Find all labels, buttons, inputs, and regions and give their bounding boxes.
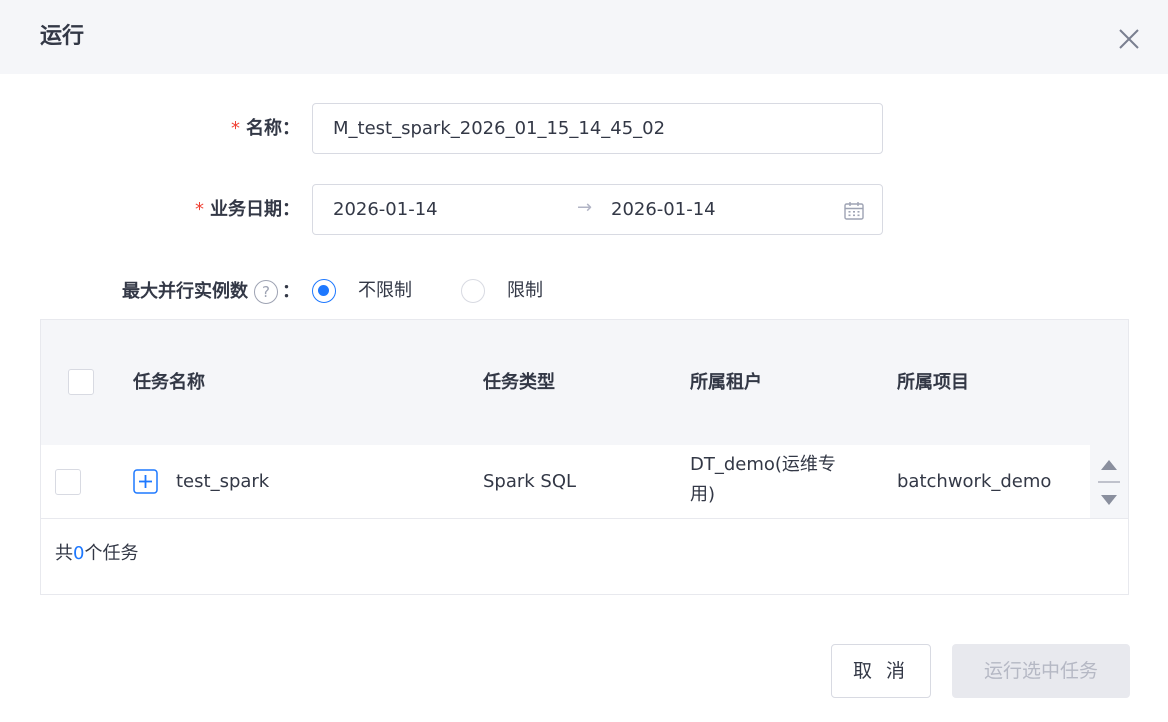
radio-checked-icon[interactable]: [312, 279, 336, 303]
task-count: 共0个任务: [55, 543, 139, 564]
table-header: 任务名称 任务类型 所属租户 所属项目: [41, 320, 1128, 446]
column-header-project[interactable]: 所属项目: [897, 370, 969, 396]
biz-date-label: * 业务日期：: [195, 199, 300, 220]
required-mark: *: [195, 199, 204, 220]
date-range-picker[interactable]: 2026-01-14 → 2026-01-14: [312, 184, 883, 235]
calendar-icon[interactable]: [843, 200, 865, 222]
task-table: 任务名称 任务类型 所属租户 所属项目 test_spark Spark SQL…: [40, 319, 1129, 595]
help-icon[interactable]: ?: [254, 280, 278, 304]
table-row[interactable]: test_spark Spark SQL DT_demo(运维专 用) batc…: [41, 445, 1128, 519]
row-checkbox[interactable]: [55, 469, 81, 495]
radio-unlimited-label: 不限制: [358, 280, 412, 301]
max-parallel-row: 最大并行实例数?： 不限制 限制: [0, 279, 1168, 305]
tenant-cell: DT_demo(运维专 用): [690, 454, 836, 505]
vertical-scrollbar[interactable]: [1090, 445, 1128, 518]
dialog-header: 运行: [0, 0, 1168, 74]
project-cell: batchwork_demo: [897, 471, 1052, 492]
name-input[interactable]: M_test_spark_2026_01_15_14_45_02: [312, 103, 883, 154]
required-mark: *: [231, 118, 240, 139]
close-icon[interactable]: [1114, 24, 1144, 54]
max-parallel-label: 最大并行实例数?：: [122, 280, 300, 304]
name-label: * 名称：: [231, 118, 300, 139]
arrow-right-icon: →: [577, 197, 593, 218]
radio-unchecked-icon[interactable]: [461, 279, 485, 303]
dialog-title: 运行: [40, 24, 85, 49]
column-header-task-name[interactable]: 任务名称: [133, 370, 205, 396]
radio-limited-label: 限制: [507, 280, 543, 301]
date-end[interactable]: 2026-01-14: [611, 197, 716, 223]
task-name-cell: test_spark: [176, 471, 270, 492]
expand-plus-icon[interactable]: [133, 469, 158, 494]
date-start[interactable]: 2026-01-14: [333, 197, 438, 223]
column-header-task-type[interactable]: 任务类型: [483, 370, 555, 396]
select-all-checkbox[interactable]: [68, 369, 94, 395]
task-count-number: 0: [73, 543, 85, 564]
name-input-value: M_test_spark_2026_01_15_14_45_02: [333, 118, 666, 139]
cancel-button[interactable]: 取 消: [831, 644, 931, 698]
task-type-cell: Spark SQL: [483, 471, 577, 492]
run-dialog: 运行 * 名称： M_test_spark_2026_01_15_14_45_02…: [0, 0, 1168, 722]
run-selected-button[interactable]: 运行选中任务: [952, 644, 1130, 698]
column-header-tenant[interactable]: 所属租户: [690, 370, 762, 396]
